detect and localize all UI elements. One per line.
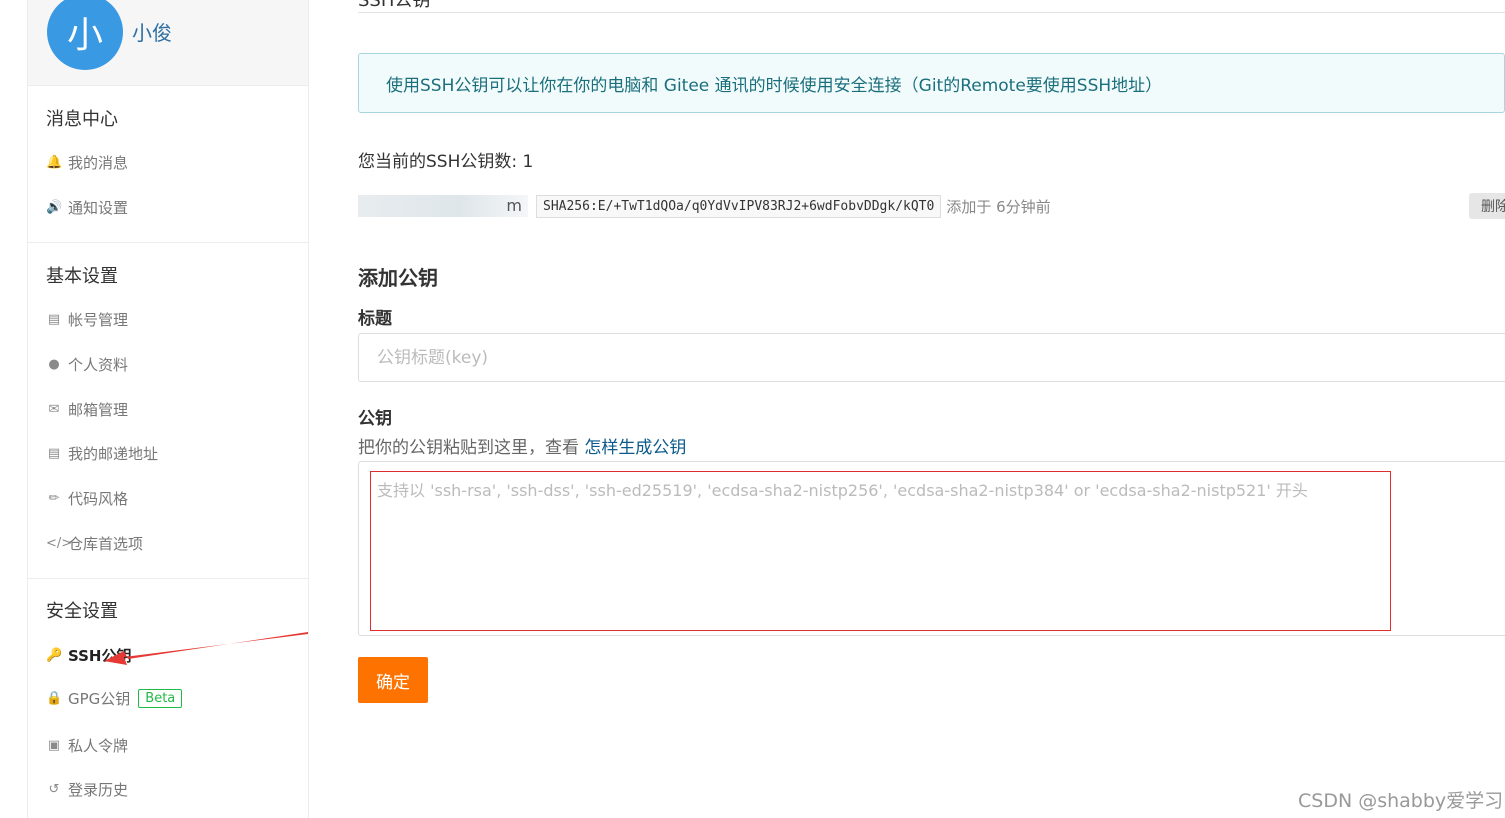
sidebar-item-label: 通知设置 — [68, 199, 129, 217]
sidebar-item-label: 我的邮递地址 — [68, 445, 159, 463]
sidebar-item-ssh-keys[interactable]: 🔑 SSH公钥 — [46, 645, 132, 666]
sidebar-item-private-tokens[interactable]: ▣ 私人令牌 — [46, 735, 128, 756]
sidebar-item-label: 我的消息 — [68, 154, 129, 172]
sidebar-item-postal-address[interactable]: ▤ 我的邮递地址 — [46, 443, 158, 464]
key-label: 公钥 — [358, 409, 392, 429]
sidebar-item-code-style[interactable]: ✏ 代码风格 — [46, 488, 128, 509]
bell-icon: 🔔 — [46, 155, 63, 170]
sidebar-item-label: 仓库首选项 — [68, 535, 144, 553]
sidebar-item-my-messages[interactable]: 🔔 我的消息 — [46, 152, 128, 173]
sidebar-item-email[interactable]: ✉ 邮箱管理 — [46, 399, 128, 420]
username[interactable]: 小俊 — [132, 17, 172, 46]
section-title-messages: 消息中心 — [46, 109, 118, 130]
key-hint-text: 把你的公钥粘贴到这里，查看 — [358, 438, 585, 458]
sidebar-item-notification-settings[interactable]: 🔊 通知设置 — [46, 197, 128, 218]
section-title-security: 安全设置 — [46, 601, 118, 622]
user-icon: ● — [48, 357, 60, 372]
info-message: 使用SSH公钥可以让你在你的电脑和 Gitee 通讯的时候使用安全连接（Git的… — [358, 53, 1505, 113]
beta-badge: Beta — [138, 689, 183, 708]
sidebar-item-label: 个人资料 — [68, 356, 129, 374]
sidebar-item-label: 登录历史 — [68, 781, 129, 799]
sidebar-item-label: SSH公钥 — [68, 647, 132, 665]
avatar[interactable]: 小 — [47, 0, 123, 70]
sidebar-item-label: GPG公钥 — [68, 690, 131, 708]
envelope-icon: ✉ — [48, 402, 60, 417]
add-key-heading: 添加公钥 — [358, 266, 438, 290]
sidebar-item-label: 邮箱管理 — [68, 401, 129, 419]
sidebar-item-profile[interactable]: ● 个人资料 — [46, 354, 128, 375]
key-row: m SHA256:E/+TwT1dQOa/q0YdVvIPV83RJ2+6wdF… — [358, 193, 1051, 219]
key-title-input[interactable] — [358, 333, 1505, 382]
lock-icon: 🔒 — [46, 691, 63, 706]
id-card-icon: ▤ — [47, 312, 61, 327]
submit-button[interactable]: 确定 — [358, 657, 428, 703]
key-name-redacted[interactable]: m — [358, 195, 528, 217]
sidebar-item-label: 代码风格 — [68, 490, 129, 508]
watermark: CSDN @shabby爱学习 — [1298, 790, 1504, 812]
title-divider — [358, 12, 1505, 13]
how-to-generate-key-link[interactable]: 怎样生成公钥 — [584, 438, 686, 458]
divider — [28, 578, 308, 579]
user-secret-icon: ▣ — [47, 738, 61, 753]
speaker-icon: 🔊 — [46, 200, 63, 215]
title-label: 标题 — [358, 309, 392, 329]
key-hint: 把你的公钥粘贴到这里，查看 怎样生成公钥 — [358, 433, 686, 458]
code-icon: </> — [46, 536, 73, 551]
sidebar: 小 小俊 消息中心 🔔 我的消息 🔊 通知设置 基本设置 ▤ 帐号管理 ● 个人… — [27, 0, 309, 818]
sidebar-item-gpg-keys[interactable]: 🔒 GPG公钥 Beta — [46, 688, 183, 709]
divider — [28, 242, 308, 243]
delete-key-button[interactable]: 删除 — [1469, 193, 1505, 219]
history-icon: ↺ — [48, 782, 60, 797]
sidebar-item-login-history[interactable]: ↺ 登录历史 — [46, 779, 128, 800]
brush-icon: ✏ — [48, 491, 60, 506]
key-count: 您当前的SSH公钥数: 1 — [358, 152, 534, 172]
sidebar-item-account[interactable]: ▤ 帐号管理 — [46, 309, 128, 330]
key-textarea[interactable] — [370, 471, 1391, 631]
key-name-suffix: m — [506, 196, 522, 215]
section-title-basic: 基本设置 — [46, 266, 118, 287]
page-title: SSH公钥 — [358, 0, 431, 11]
key-fingerprint: SHA256:E/+TwT1dQOa/q0YdVvIPV83RJ2+6wdFob… — [536, 194, 942, 218]
sidebar-item-repo-preferences[interactable]: </> 仓库首选项 — [46, 533, 143, 554]
address-card-icon: ▤ — [47, 446, 61, 461]
sidebar-item-label: 帐号管理 — [68, 311, 129, 329]
key-added-time: 添加于 6分钟前 — [946, 197, 1051, 216]
profile-header: 小 小俊 — [28, 0, 308, 86]
sidebar-item-label: 私人令牌 — [68, 737, 129, 755]
key-icon: 🔑 — [46, 648, 63, 663]
